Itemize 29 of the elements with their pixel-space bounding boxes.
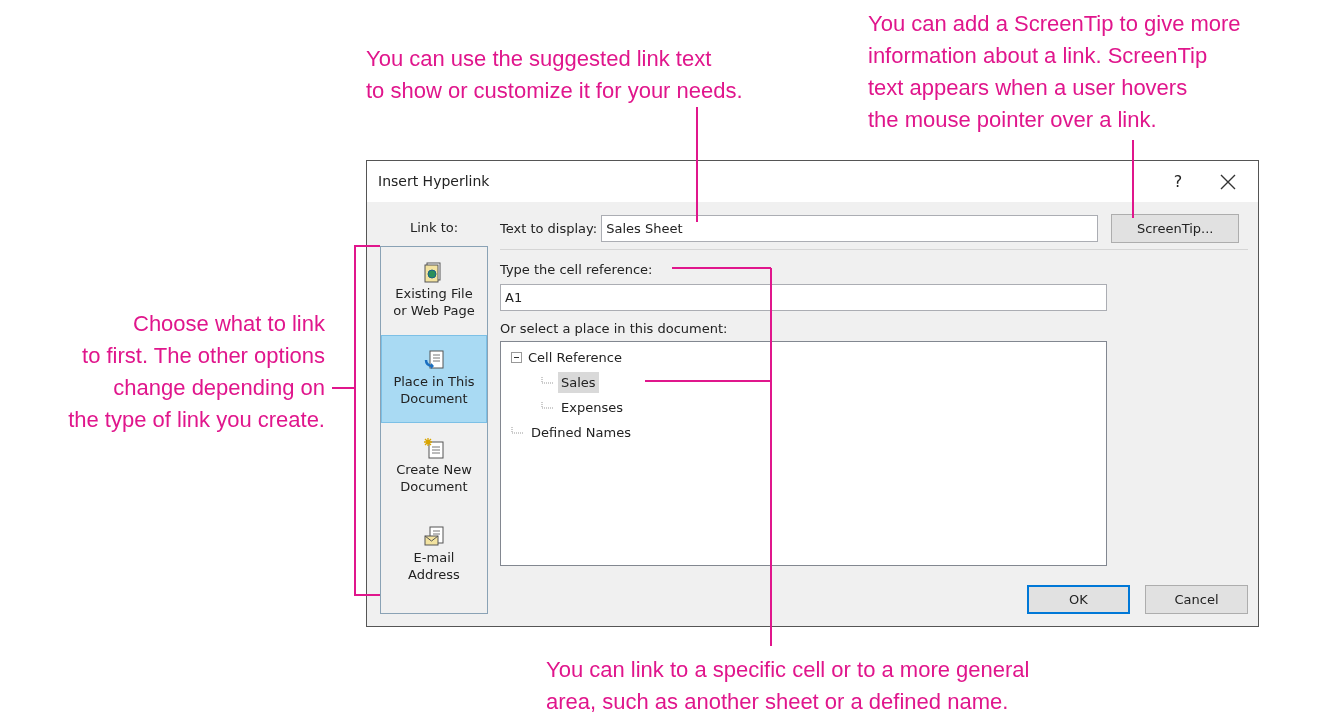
place-label: Or select a place in this document:: [500, 319, 729, 338]
text-to-display-field[interactable]: Sales Sheet: [601, 215, 1099, 242]
link-to-option[interactable]: Place in This Document: [381, 334, 487, 423]
text-to-display-label: Text to display:: [500, 219, 598, 238]
tree-item[interactable]: Defined Names: [528, 421, 634, 444]
tree-item[interactable]: Expenses: [558, 396, 626, 419]
document-arrow-icon: [424, 350, 444, 371]
link-to-option[interactable]: E-mail Address: [381, 510, 487, 599]
collapse-icon[interactable]: [511, 352, 522, 363]
new-document-icon: [424, 438, 444, 459]
callout-text: You can link to a specific cell or to a more general area, such as another sheet or a defined name.: [546, 656, 1030, 713]
tree-item[interactable]: Cell Reference: [525, 346, 625, 369]
tree-item[interactable]: Sales: [558, 371, 599, 394]
link-to-option[interactable]: Existing File or Web Page: [381, 246, 487, 335]
cell-reference-label: Type the cell reference:: [500, 261, 654, 279]
callout-text: You can add a ScreenTip to give more information about a link. ScreenTip text appears when a user hovers the mouse pointer over a link.: [868, 10, 1241, 134]
close-icon[interactable]: [1219, 172, 1237, 191]
callout-text: You can use the suggested link text to show or customize it for your needs.: [366, 45, 743, 105]
window-title: Insert Hyperlink: [378, 172, 491, 191]
link-to-option[interactable]: Create New Document: [381, 422, 487, 511]
screentip-button[interactable]: ScreenTip...: [1111, 214, 1240, 243]
cell-reference-field[interactable]: A1: [500, 283, 1107, 311]
document-globe-icon: [424, 262, 444, 283]
envelope-document-icon: [424, 526, 444, 547]
help-button[interactable]: ?: [1152, 169, 1204, 194]
link-to-label: Link to:: [408, 219, 460, 237]
callout-text: Choose what to link to first. The other options change depending on the type of link you create.: [68, 310, 325, 434]
cancel-button[interactable]: Cancel: [1145, 585, 1248, 614]
ok-button[interactable]: OK: [1027, 585, 1130, 614]
